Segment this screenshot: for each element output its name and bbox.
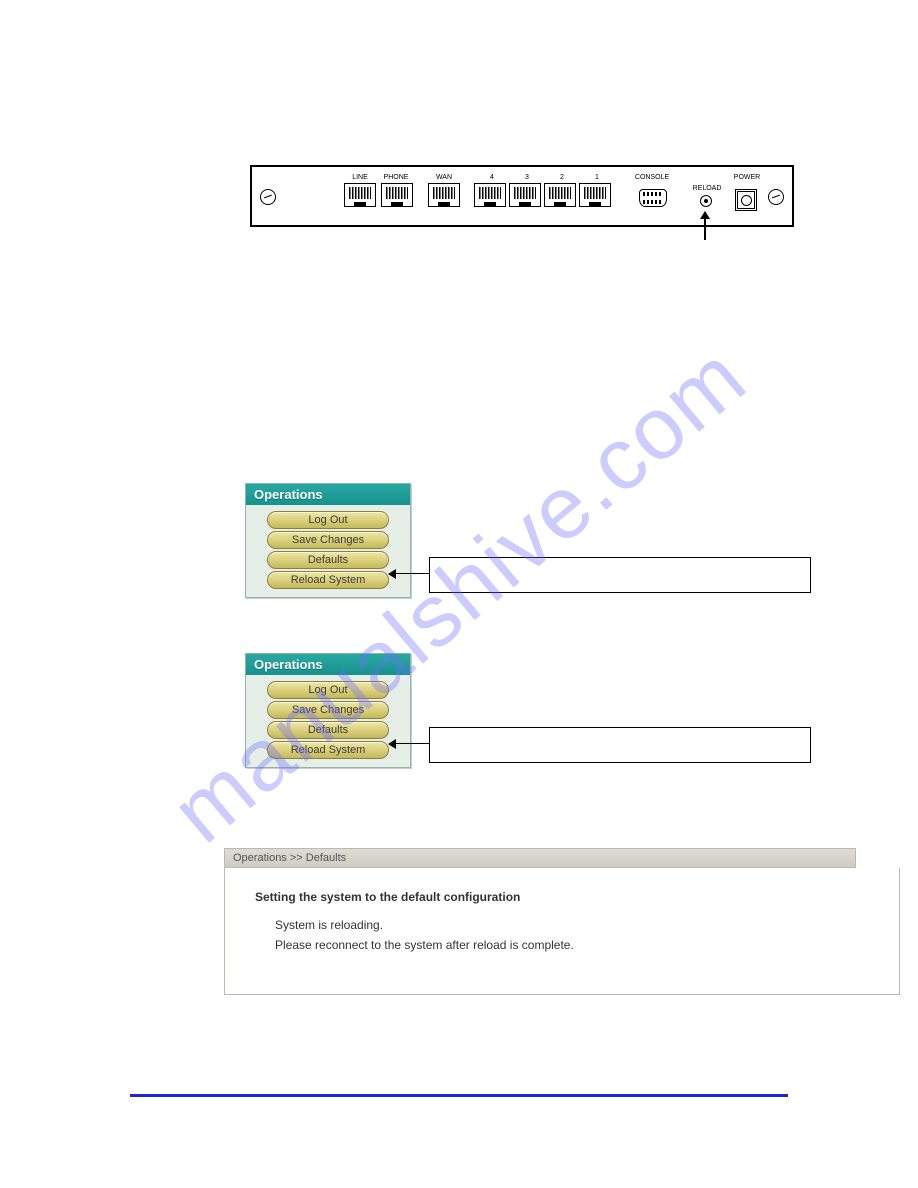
status-panel: Setting the system to the default config… <box>224 868 900 995</box>
port-label-1: 1 <box>595 174 599 181</box>
screw-icon <box>260 189 276 205</box>
save-changes-button[interactable]: Save Changes <box>267 701 389 719</box>
device-rear-panel: LINE PHONE WAN 4 3 2 1 CONSOLE RELOAD PO… <box>250 165 794 227</box>
reload-button <box>700 195 712 207</box>
operations-panel: Operations Log Out Save Changes Defaults… <box>245 483 411 598</box>
status-line: Please reconnect to the system after rel… <box>275 938 869 952</box>
reload-system-button[interactable]: Reload System <box>267 571 389 589</box>
port-label-4: 4 <box>490 174 494 181</box>
callout-box <box>429 557 811 593</box>
port-1 <box>579 183 611 207</box>
port-3 <box>509 183 541 207</box>
port-label-line: LINE <box>352 174 368 181</box>
operations-header: Operations <box>246 654 410 675</box>
callout-box <box>429 727 811 763</box>
screw-icon <box>768 189 784 205</box>
save-changes-button[interactable]: Save Changes <box>267 531 389 549</box>
defaults-button[interactable]: Defaults <box>267 721 389 739</box>
reload-system-button[interactable]: Reload System <box>267 741 389 759</box>
operations-panel: Operations Log Out Save Changes Defaults… <box>245 653 411 768</box>
footer-divider <box>130 1094 788 1097</box>
port-label-power: POWER <box>734 174 760 181</box>
status-heading: Setting the system to the default config… <box>255 890 869 904</box>
port-label-console: CONSOLE <box>635 174 669 181</box>
callout-line <box>389 743 429 744</box>
callout-line <box>389 573 429 574</box>
port-label-phone: PHONE <box>384 174 409 181</box>
port-label-2: 2 <box>560 174 564 181</box>
port-label-reload: RELOAD <box>693 185 722 192</box>
operations-header: Operations <box>246 484 410 505</box>
port-line <box>344 183 376 207</box>
port-wan <box>428 183 460 207</box>
status-line: System is reloading. <box>275 918 869 932</box>
logout-button[interactable]: Log Out <box>267 681 389 699</box>
port-phone <box>381 183 413 207</box>
port-2 <box>544 183 576 207</box>
logout-button[interactable]: Log Out <box>267 511 389 529</box>
port-label-3: 3 <box>525 174 529 181</box>
port-console <box>639 189 667 207</box>
arrow-to-reload <box>704 212 706 240</box>
status-breadcrumb: Operations >> Defaults <box>224 848 856 868</box>
port-4 <box>474 183 506 207</box>
port-label-wan: WAN <box>436 174 452 181</box>
defaults-button[interactable]: Defaults <box>267 551 389 569</box>
port-power <box>737 191 755 209</box>
